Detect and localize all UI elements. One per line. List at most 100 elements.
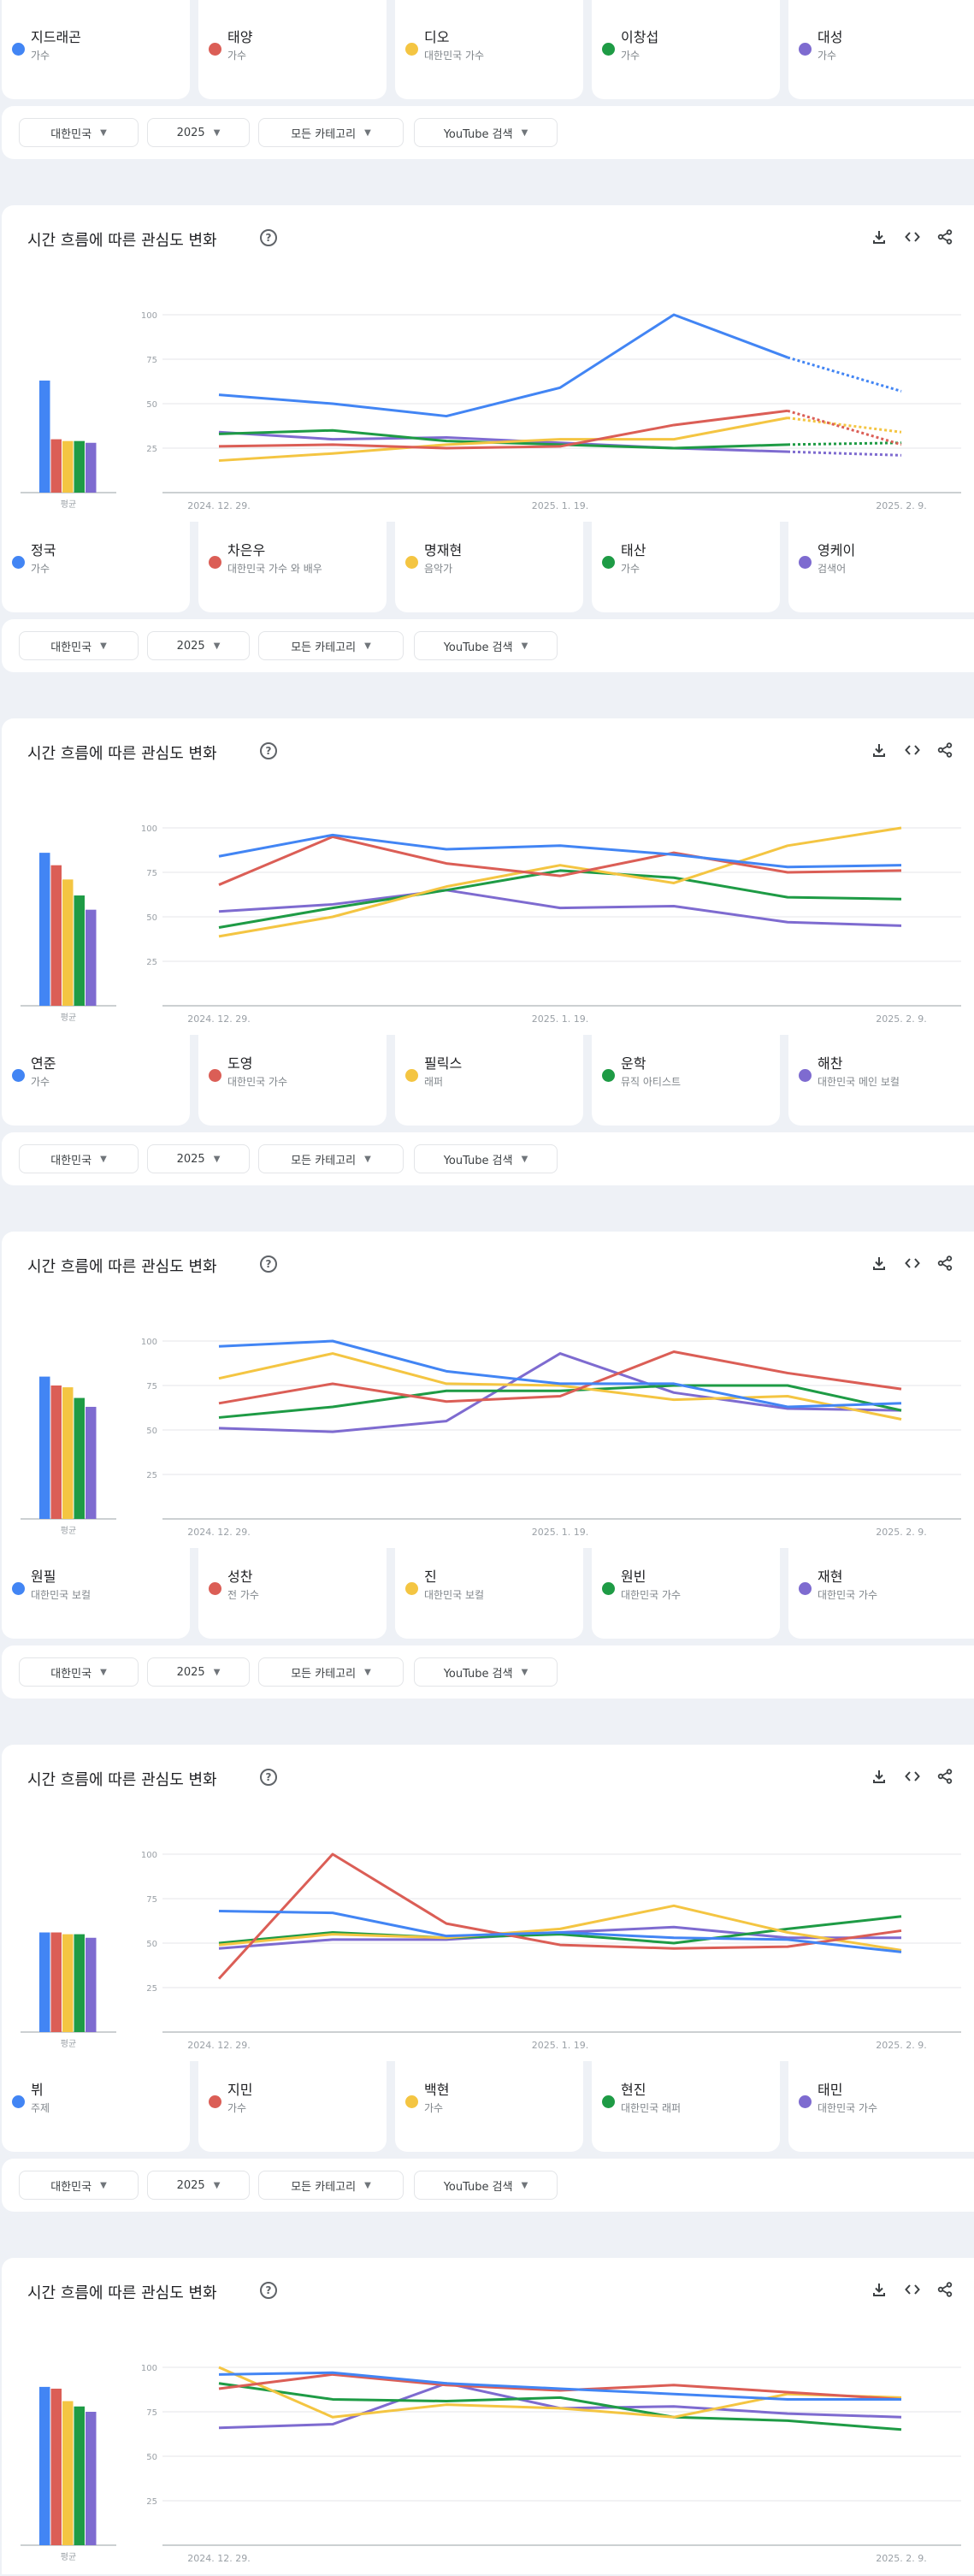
region-dropdown[interactable]: 대한민국 ▼ <box>19 1144 139 1173</box>
series-line-partial[interactable] <box>787 441 902 446</box>
series-line[interactable] <box>217 1852 902 1980</box>
average-bar[interactable] <box>50 439 62 493</box>
region-dropdown[interactable]: 대한민국 ▼ <box>19 1657 139 1687</box>
x-tick-label: 2025. 1. 19. <box>532 1013 588 1025</box>
average-bar[interactable] <box>50 1932 62 2032</box>
average-bar[interactable] <box>74 440 86 493</box>
series-line-partial[interactable] <box>787 356 902 393</box>
category-label: 모든 카테고리 <box>291 641 357 654</box>
legend-card[interactable]: 도영 대한민국 가수 <box>198 1026 387 1126</box>
average-bar[interactable] <box>39 1932 50 2032</box>
search-type-dropdown[interactable]: YouTube 검색 ▼ <box>414 631 558 660</box>
interest-chart[interactable]: 25 50 75 100 2024. 12. 29. 2025. 1. 19. 2025. … <box>2 205 974 522</box>
series-line-partial[interactable] <box>787 450 902 457</box>
legend-card[interactable]: 태민 대한민국 가수 <box>788 2053 974 2152</box>
average-bar[interactable] <box>39 380 50 493</box>
legend-card[interactable]: 해찬 대한민국 메인 보컬 <box>788 1026 974 1126</box>
category-dropdown[interactable]: 모든 카테고리 ▼ <box>258 118 404 147</box>
series-line[interactable] <box>218 826 902 938</box>
comparison-section: 원필 대한민국 보컬 성찬 전 가수 진 대한민국 보컬 원빈 대한민국 가수 … <box>0 1539 974 2061</box>
series-line-partial[interactable] <box>787 409 902 446</box>
category-dropdown[interactable]: 모든 카테고리 ▼ <box>258 1657 404 1687</box>
average-bar[interactable] <box>86 442 97 493</box>
legend-card[interactable]: 차은우 대한민국 가수 와 배우 <box>198 513 387 612</box>
legend-card[interactable]: 지민 가수 <box>198 2053 387 2152</box>
year-dropdown[interactable]: 2025 ▼ <box>147 631 250 660</box>
average-bar[interactable] <box>86 1937 97 2032</box>
legend-card[interactable]: 영케이 검색어 <box>788 513 974 612</box>
average-bar[interactable] <box>62 1934 74 2032</box>
region-dropdown[interactable]: 대한민국 ▼ <box>19 2171 139 2200</box>
average-bar[interactable] <box>74 2406 86 2545</box>
interest-chart[interactable]: 25 50 75 100 2024. 12. 29. 2025. 1. 19. 2025. … <box>2 1232 974 1548</box>
series-color-dot-icon <box>209 1582 221 1595</box>
search-type-dropdown[interactable]: YouTube 검색 ▼ <box>414 1144 558 1173</box>
average-bar[interactable] <box>62 440 74 493</box>
search-type-dropdown[interactable]: YouTube 검색 ▼ <box>414 1657 558 1687</box>
region-label: 대한민국 <box>50 1154 92 1167</box>
category-dropdown[interactable]: 모든 카테고리 ▼ <box>258 1144 404 1173</box>
legend-card[interactable]: 연준 가수 <box>2 1026 190 1126</box>
legend-card[interactable]: 필릭스 래퍼 <box>395 1026 583 1126</box>
legend-card[interactable]: 운학 뮤직 아티스트 <box>592 1026 780 1126</box>
average-bar[interactable] <box>39 1376 50 1519</box>
average-bar[interactable] <box>39 853 50 1006</box>
series-line[interactable] <box>218 1352 902 1433</box>
year-dropdown[interactable]: 2025 ▼ <box>147 118 250 147</box>
legend-card[interactable]: 정국 가수 <box>2 513 190 612</box>
legend-card[interactable]: 재현 대한민국 가수 <box>788 1539 974 1639</box>
average-bar[interactable] <box>62 2401 74 2545</box>
year-dropdown[interactable]: 2025 ▼ <box>147 2171 250 2200</box>
interest-chart[interactable]: 25 50 75 100 2024. 12. 29. 2025. 1. 19. 2025. … <box>2 718 974 1035</box>
region-dropdown[interactable]: 대한민국 ▼ <box>19 118 139 147</box>
legend-card[interactable]: 진 대한민국 보컬 <box>395 1539 583 1639</box>
series-line[interactable] <box>218 833 902 869</box>
average-bar[interactable] <box>50 2388 62 2545</box>
legend-card[interactable]: 현진 대한민국 래퍼 <box>592 2053 780 2152</box>
legend-card[interactable]: 태산 가수 <box>592 513 780 612</box>
category-dropdown[interactable]: 모든 카테고리 ▼ <box>258 631 404 660</box>
y-tick-label: 75 <box>146 356 157 365</box>
average-bar[interactable] <box>86 2412 97 2545</box>
interest-chart[interactable]: 25 50 75 100 2024. 12. 29. 2025. 2. 9. 평균 <box>2 2258 974 2574</box>
legend-card[interactable]: 태양 가수 <box>198 0 387 99</box>
legend-card[interactable]: 이창섭 가수 <box>592 0 780 99</box>
region-dropdown[interactable]: 대한민국 ▼ <box>19 631 139 660</box>
average-bar[interactable] <box>62 879 74 1006</box>
year-dropdown[interactable]: 2025 ▼ <box>147 1144 250 1173</box>
series-line[interactable] <box>218 889 902 927</box>
average-bar[interactable] <box>86 1406 97 1519</box>
average-bar[interactable] <box>86 909 97 1006</box>
average-bar[interactable] <box>74 1934 86 2032</box>
average-bar[interactable] <box>62 1387 74 1519</box>
series-line[interactable] <box>218 1384 902 1419</box>
legend-card[interactable]: 성찬 전 가수 <box>198 1539 387 1639</box>
legend-card[interactable]: 원빈 대한민국 가수 <box>592 1539 780 1639</box>
legend-card[interactable]: 명재현 음악가 <box>395 513 583 612</box>
search-type-dropdown[interactable]: YouTube 검색 ▼ <box>414 118 558 147</box>
year-dropdown[interactable]: 2025 ▼ <box>147 1657 250 1687</box>
average-bar[interactable] <box>50 865 62 1006</box>
legend-term-name: 진 <box>424 1569 437 1585</box>
legend-card[interactable]: 원필 대한민국 보컬 <box>2 1539 190 1639</box>
search-type-dropdown[interactable]: YouTube 검색 ▼ <box>414 2171 558 2200</box>
legend-card[interactable]: 대성 가수 <box>788 0 974 99</box>
average-bar[interactable] <box>39 2386 50 2545</box>
series-line[interactable] <box>218 313 788 418</box>
average-bar[interactable] <box>50 1385 62 1519</box>
series-line-partial[interactable] <box>787 417 902 434</box>
y-tick-label: 100 <box>141 824 157 834</box>
caret-down-icon: ▼ <box>100 1154 107 1164</box>
legend-card[interactable]: 지드래곤 가수 <box>2 0 190 99</box>
legend-card[interactable]: 백현 가수 <box>395 2053 583 2152</box>
average-bar[interactable] <box>74 1397 86 1519</box>
average-bar[interactable] <box>74 895 86 1006</box>
legend-card[interactable]: 뷔 주제 <box>2 2053 190 2152</box>
category-dropdown[interactable]: 모든 카테고리 ▼ <box>258 2171 404 2200</box>
region-label: 대한민국 <box>50 1667 92 1681</box>
legend-term-type: 래퍼 <box>424 1076 444 1088</box>
interest-chart[interactable]: 25 50 75 100 2024. 12. 29. 2025. 1. 19. 2025. … <box>2 1745 974 2061</box>
series-line[interactable] <box>218 1350 902 1405</box>
caret-down-icon: ▼ <box>364 1154 371 1164</box>
legend-card[interactable]: 디오 대한민국 가수 <box>395 0 583 99</box>
